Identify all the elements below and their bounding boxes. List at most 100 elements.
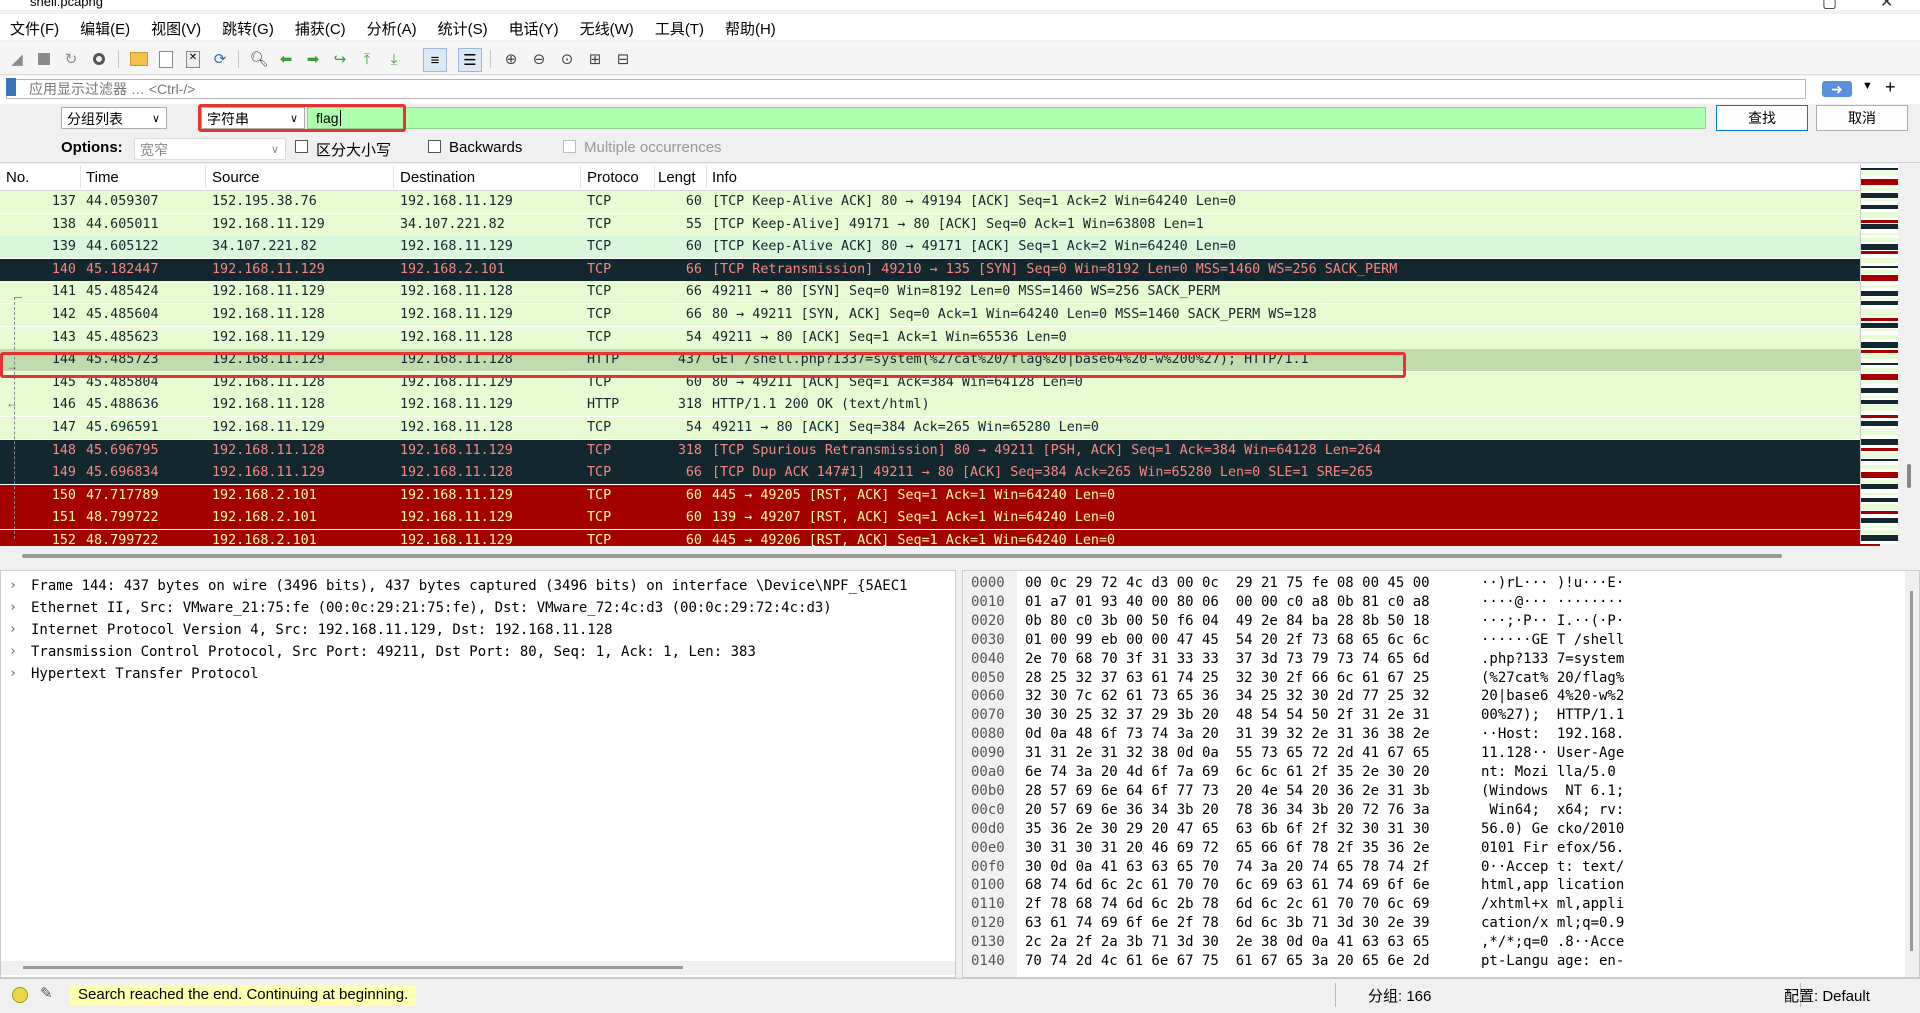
detail-tcp[interactable]: › Transmission Control Protocol, Src Port… [1,641,955,663]
column-destination[interactable]: Destination [400,169,475,186]
table-row[interactable]: 139 44.605122 34.107.221.82 192.168.11.129 T… [0,236,1880,259]
menu-file[interactable]: 文件(F) [0,14,70,39]
save-file-icon[interactable] [155,48,177,70]
bytes-row[interactable]: 0020 0b 80 c0 3b 00 50 f6 04 49 2e 84 ba … [963,612,1903,631]
stop-capture-icon[interactable] [33,48,55,70]
table-row[interactable]: 147 45.696591 192.168.11.129 192.168.11.128… [0,417,1880,439]
bytes-row[interactable]: 0000 00 0c 29 72 4c d3 00 0c 29 21 75 fe … [963,574,1903,593]
filter-bookmark-icon[interactable] [6,78,16,96]
chevron-right-icon[interactable]: › [9,619,17,641]
start-capture-icon[interactable]: ◢ [6,48,28,70]
menu-help[interactable]: 帮助(H) [715,14,787,39]
table-row[interactable]: 144 45.485723 192.168.11.129 192.168.11.128… [0,349,1880,372]
charset-select[interactable]: 宽窄 ∨ [134,138,286,160]
table-row[interactable]: 150 47.717789 192.168.2.101 192.168.11.129 T… [0,484,1880,507]
table-row[interactable]: 140 45.182447 192.168.11.129 192.168.2.101 T… [0,258,1880,281]
resize-columns-icon[interactable]: ⊞ [584,48,606,70]
column-protocol[interactable]: Protoco [587,169,639,186]
menu-telephony[interactable]: 电话(Y) [499,14,570,39]
menu-go[interactable]: 跳转(G) [212,14,285,39]
bytes-row[interactable]: 0120 63 61 74 69 6f 6e 2f 78 6d 6c 3b 71 … [963,914,1903,933]
menu-analyze[interactable]: 分析(A) [357,14,428,39]
close-icon[interactable]: ✕ [1880,0,1893,10]
bytes-row[interactable]: 0040 2e 70 68 70 3f 31 33 33 37 3d 73 79 … [963,650,1903,669]
go-to-packet-icon[interactable]: ↪ [329,48,351,70]
profile-indicator[interactable]: 配置: Default [1784,985,1870,1006]
search-type-select[interactable]: 字符串 ∨ [201,107,305,129]
bytes-row[interactable]: 0110 2f 78 68 74 6d 6c 2b 78 6d 6c 2c 61 … [963,895,1903,914]
bytes-row[interactable]: 00a0 6e 74 3a 20 4d 6f 7a 69 6c 6c 61 2f … [963,763,1903,782]
chevron-right-icon[interactable]: › [9,641,17,663]
bytes-row[interactable]: 00d0 35 36 2e 30 29 20 47 65 63 6b 6f 2f … [963,820,1903,839]
bytes-row[interactable]: 0010 01 a7 01 93 40 00 80 06 00 00 c0 a8 … [963,593,1903,612]
menu-statistics[interactable]: 统计(S) [428,14,499,39]
zoom-reset-icon[interactable]: ⊙ [556,48,578,70]
find-packet-icon[interactable]: 🔍︎ [248,48,270,70]
colorize-icon[interactable]: ☰ [458,48,482,72]
search-in-select[interactable]: 分组列表 ∨ [61,107,167,129]
chevron-right-icon[interactable]: › [9,575,17,597]
menu-view[interactable]: 视图(V) [141,14,212,39]
close-file-icon[interactable]: ✕ [182,48,204,70]
capture-comment-icon[interactable]: ✎ [40,984,53,1002]
bytes-row[interactable]: 0060 32 30 7c 62 61 73 65 36 34 25 32 30 … [963,687,1903,706]
table-row[interactable]: 151 48.799722 192.168.2.101 192.168.11.129 T… [0,507,1880,530]
detail-ipv4[interactable]: › Internet Protocol Version 4, Src: 192.1… [1,619,955,641]
case-sensitive-checkbox[interactable] [295,140,308,153]
table-row[interactable]: 143 45.485623 192.168.11.129 192.168.11.128… [0,326,1880,349]
restart-capture-icon[interactable]: ↻ [60,48,82,70]
go-back-icon[interactable]: ⬅ [275,48,297,70]
backwards-checkbox[interactable] [428,140,441,153]
bytes-row[interactable]: 00c0 20 57 69 6e 36 34 3b 20 78 36 34 3b … [963,801,1903,820]
first-packet-icon[interactable]: ⤒ [356,48,378,70]
table-row[interactable]: 149 45.696834 192.168.11.129 192.168.11.128… [0,462,1880,485]
bytes-row[interactable]: 0130 2c 2a 2f 2a 3b 71 3d 30 2e 38 0d 0a … [963,933,1903,952]
table-row[interactable]: 152 48.799722 192.168.2.101 192.168.11.129 T… [0,530,1880,546]
packet-list-scrollbar[interactable] [1898,164,1920,544]
menu-edit[interactable]: 编辑(E) [70,14,141,39]
menu-wireless[interactable]: 无线(W) [570,14,645,39]
cancel-button[interactable]: 取消 [1816,105,1908,131]
column-no[interactable]: No. [6,169,29,186]
bytes-row[interactable]: 0140 70 74 2d 4c 61 6e 67 75 61 67 65 3a … [963,952,1903,971]
column-info[interactable]: Info [712,169,737,186]
display-filter-input[interactable]: 应用显示过滤器 … <Ctrl-/> [6,79,1806,99]
maximize-icon[interactable]: ▢ [1822,0,1837,10]
table-row[interactable]: 141 45.485424 192.168.11.129 192.168.11.128… [0,281,1880,304]
bytes-row[interactable]: 0080 0d 0a 48 6f 73 74 3a 20 31 39 32 2e … [963,725,1903,744]
details-hscrollbar[interactable] [1,961,955,975]
detail-http[interactable]: › Hypertext Transfer Protocol [1,663,955,685]
table-row[interactable]: 146 45.488636 192.168.11.128 192.168.11.129… [0,394,1880,417]
bytes-row[interactable]: 00f0 30 0d 0a 41 63 63 65 70 74 3a 20 74 … [963,858,1903,877]
add-filter-button-icon[interactable]: + [1885,77,1896,98]
packet-minimap[interactable] [1860,164,1899,544]
layout-icon[interactable]: ⊟ [612,48,634,70]
last-packet-icon[interactable]: ⤓ [383,48,405,70]
chevron-right-icon[interactable]: › [9,663,17,685]
bytes-row[interactable]: 00b0 28 57 69 6e 64 6f 77 73 20 4e 54 20 … [963,782,1903,801]
apply-filter-button[interactable]: ➜ [1822,81,1852,97]
menu-tools[interactable]: 工具(T) [645,14,715,39]
find-button[interactable]: 查找 [1716,105,1808,131]
bytes-row[interactable]: 0070 30 30 25 32 37 29 3b 20 48 54 54 50 … [963,706,1903,725]
table-row[interactable]: 138 44.605011 192.168.11.129 34.107.221.82 T… [0,213,1880,236]
bytes-scrollbar[interactable] [1905,571,1919,977]
column-length[interactable]: Lengt [658,169,696,186]
search-input[interactable]: flag [307,107,1706,129]
reload-file-icon[interactable]: ⟳ [209,48,231,70]
table-row[interactable]: 145 45.485804 192.168.11.128 192.168.11.129… [0,371,1880,394]
detail-frame[interactable]: › Frame 144: 437 bytes on wire (3496 bits… [1,575,955,597]
table-row[interactable]: 142 45.485604 192.168.11.128 192.168.11.129… [0,304,1880,326]
auto-scroll-icon[interactable]: ≡ [423,48,447,72]
bytes-row[interactable]: 00e0 30 31 30 31 20 46 69 72 65 66 6f 78 … [963,839,1903,858]
open-file-icon[interactable] [128,48,150,70]
bytes-row[interactable]: 0050 28 25 32 37 63 61 74 25 32 30 2f 66 … [963,669,1903,688]
column-source[interactable]: Source [212,169,260,186]
column-time[interactable]: Time [86,169,119,186]
bytes-row[interactable]: 0090 31 31 2e 31 32 38 0d 0a 55 73 65 72 … [963,744,1903,763]
bytes-row[interactable]: 0030 01 00 99 eb 00 00 47 45 54 20 2f 73 … [963,631,1903,650]
table-row[interactable]: 137 44.059307 152.195.38.76 192.168.11.129 T… [0,191,1880,213]
go-forward-icon[interactable]: ➡ [302,48,324,70]
zoom-in-icon[interactable]: ⊕ [500,48,522,70]
menu-capture[interactable]: 捕获(C) [285,14,357,39]
